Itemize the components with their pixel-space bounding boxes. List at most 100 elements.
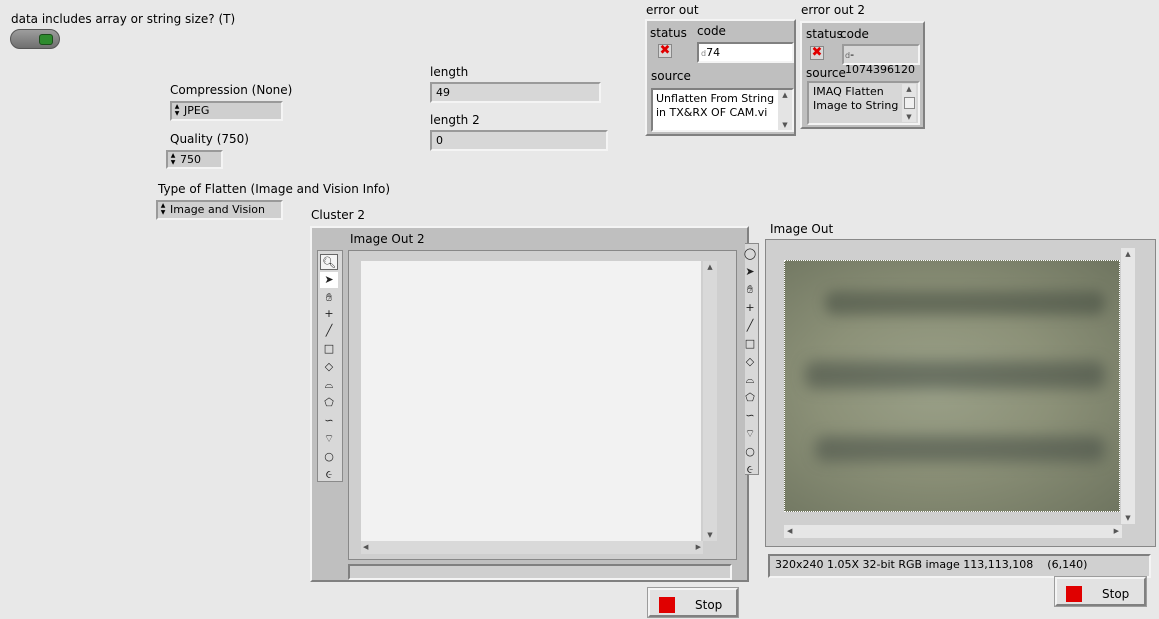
error-code-field: d-1074396120 (842, 44, 920, 76)
pixel-coords: (6,140) (1047, 558, 1088, 571)
image-out-frame: ▲ ▼ ◀ ▶ (765, 239, 1156, 547)
annulus-icon[interactable]: ⌓ (320, 377, 338, 393)
image-out2-display[interactable] (361, 261, 701, 541)
point-icon[interactable]: + (320, 306, 338, 322)
point-icon[interactable]: + (743, 300, 757, 316)
image-out2-label: Image Out 2 (350, 232, 425, 246)
error-status-icon: ✖ (658, 43, 672, 58)
image-out-tools-palette: ◯ ➤ ✋︎ + ╱ □ ◇ ⌓ ⬠ ∽ ⌔ ○ ૯ (743, 243, 759, 478)
annulus-icon[interactable]: ⌓ (743, 372, 757, 388)
image-out2-status-bar (348, 564, 732, 580)
boolean-led-icon (39, 34, 53, 45)
boolean-label: data includes array or string size? (T) (11, 12, 236, 26)
length2-label: length 2 (430, 113, 480, 127)
source-label: source (651, 69, 691, 83)
scroll-down-icon[interactable]: ▼ (902, 112, 916, 122)
scroll-down-icon[interactable]: ▼ (778, 120, 792, 130)
stop-square-icon (659, 597, 675, 613)
scroll-right-icon[interactable]: ▶ (1114, 525, 1119, 538)
line-icon[interactable]: ╱ (320, 323, 338, 339)
scroll-up-icon[interactable]: ▲ (703, 261, 717, 273)
error-out2-cluster: status code ✖ d-1074396120 source IMAQ F… (800, 21, 925, 129)
polygon-icon[interactable]: ⬠ (320, 395, 338, 411)
boolean-toggle[interactable] (10, 29, 60, 49)
rotated-rect-icon[interactable]: ◇ (320, 359, 338, 375)
quality-label: Quality (750) (170, 132, 249, 146)
scroll-right-icon[interactable]: ▶ (696, 541, 701, 554)
error-out2-label: error out 2 (801, 3, 865, 17)
cluster2-label: Cluster 2 (311, 208, 366, 222)
oval-icon[interactable]: ○ (743, 444, 757, 460)
error-code-field: d74 (697, 42, 794, 63)
image-info: 320x240 1.05X 32-bit RGB image 113,113,1… (775, 558, 1034, 571)
stop-label: Stop (695, 598, 723, 612)
pan-icon[interactable]: ✋︎ (743, 282, 757, 298)
broken-line-icon[interactable]: ⌔ (743, 426, 757, 442)
image-hscroll[interactable]: ◀ ▶ (361, 541, 703, 554)
rotated-rect-icon[interactable]: ◇ (743, 354, 757, 370)
stop-button[interactable]: Stop (648, 588, 738, 617)
status-label: status (650, 26, 687, 40)
image-out-label: Image Out (770, 222, 834, 236)
flatten-type-value: Image and Vision (170, 203, 265, 216)
increment-arrows-icon[interactable]: ▲ ▼ (169, 152, 177, 167)
rectangle-icon[interactable]: □ (320, 341, 338, 357)
scroll-up-icon[interactable]: ▲ (902, 84, 916, 94)
freehand-icon[interactable]: ∽ (320, 413, 338, 429)
stop-label: Stop (1102, 587, 1130, 601)
zoom-icon[interactable]: ◯ (743, 246, 757, 262)
stop-square-icon (1066, 586, 1082, 602)
image-vscroll[interactable]: ▲ ▼ (1121, 248, 1135, 524)
freehand-icon[interactable]: ∽ (743, 408, 757, 424)
error-code-value: 74 (706, 46, 721, 59)
cluster2: Image Out 2 🔍︎ ➤ ✋︎ + ╱ □ ◇ ⌓ ⬠ ∽ ⌔ ○ ૯ … (310, 226, 749, 582)
error-code-value: -1074396120 (845, 48, 915, 76)
rectangle-icon[interactable]: □ (743, 336, 757, 352)
quality-value: 750 (180, 153, 201, 166)
length2-indicator: 0 (430, 130, 608, 151)
error-out-cluster: status code ✖ d74 source Unflatten From … (645, 19, 796, 136)
status-label: status (806, 27, 843, 41)
scroll-up-icon[interactable]: ▲ (778, 90, 792, 100)
scroll-up-icon[interactable]: ▲ (1121, 248, 1135, 260)
flatten-type-label: Type of Flatten (Image and Vision Info) (158, 182, 391, 196)
source-scrollbar[interactable]: ▲ ▼ (778, 90, 792, 130)
image-hscroll[interactable]: ◀ ▶ (784, 525, 1122, 538)
compression-label: Compression (None) (170, 83, 293, 97)
zoom-icon[interactable]: 🔍︎ (320, 254, 338, 270)
error-out-label: error out (646, 3, 699, 17)
compression-ring[interactable]: ▲ ▼ JPEG (170, 101, 283, 121)
arrow-icon[interactable]: ➤ (320, 272, 338, 288)
oval-icon[interactable]: ○ (320, 449, 338, 465)
line-icon[interactable]: ╱ (743, 318, 757, 334)
image-tools-palette: 🔍︎ ➤ ✋︎ + ╱ □ ◇ ⌓ ⬠ ∽ ⌔ ○ ૯ (317, 250, 343, 482)
pan-icon[interactable]: ✋︎ (320, 290, 338, 306)
broken-line-icon[interactable]: ⌔ (320, 431, 338, 447)
free-region-icon[interactable]: ૯ (743, 462, 757, 478)
camera-image[interactable] (784, 260, 1120, 512)
flatten-type-ring[interactable]: ▲ ▼ Image and Vision (156, 200, 283, 220)
compression-value: JPEG (184, 104, 210, 117)
ring-arrows-icon[interactable]: ▲ ▼ (159, 202, 167, 218)
scroll-left-icon[interactable]: ◀ (363, 541, 368, 554)
length-indicator: 49 (430, 82, 601, 103)
code-label: code (697, 24, 726, 38)
image-out2-frame: ▲ ▼ ◀ ▶ (348, 250, 737, 560)
stop-button-2[interactable]: Stop (1055, 577, 1146, 606)
source-scrollbar[interactable]: ▲ ▼ (902, 84, 916, 122)
scroll-left-icon[interactable]: ◀ (787, 525, 792, 538)
free-region-icon[interactable]: ૯ (320, 467, 338, 483)
scroll-thumb[interactable] (904, 97, 915, 109)
arrow-icon[interactable]: ➤ (743, 264, 757, 280)
image-out-status-bar: 320x240 1.05X 32-bit RGB image 113,113,1… (768, 554, 1151, 578)
code-label: code (840, 27, 869, 41)
scroll-down-icon[interactable]: ▼ (1121, 512, 1135, 524)
scroll-down-icon[interactable]: ▼ (703, 529, 717, 541)
error-status-icon: ✖ (810, 45, 824, 60)
image-vscroll[interactable]: ▲ ▼ (703, 261, 717, 541)
polygon-icon[interactable]: ⬠ (743, 390, 757, 406)
quality-numeric[interactable]: ▲ ▼ 750 (166, 150, 223, 169)
source-label: source (806, 66, 846, 80)
ring-arrows-icon[interactable]: ▲ ▼ (173, 103, 181, 119)
error-source-field: Unflatten From String in TX&RX OF CAM.vi (651, 88, 794, 132)
